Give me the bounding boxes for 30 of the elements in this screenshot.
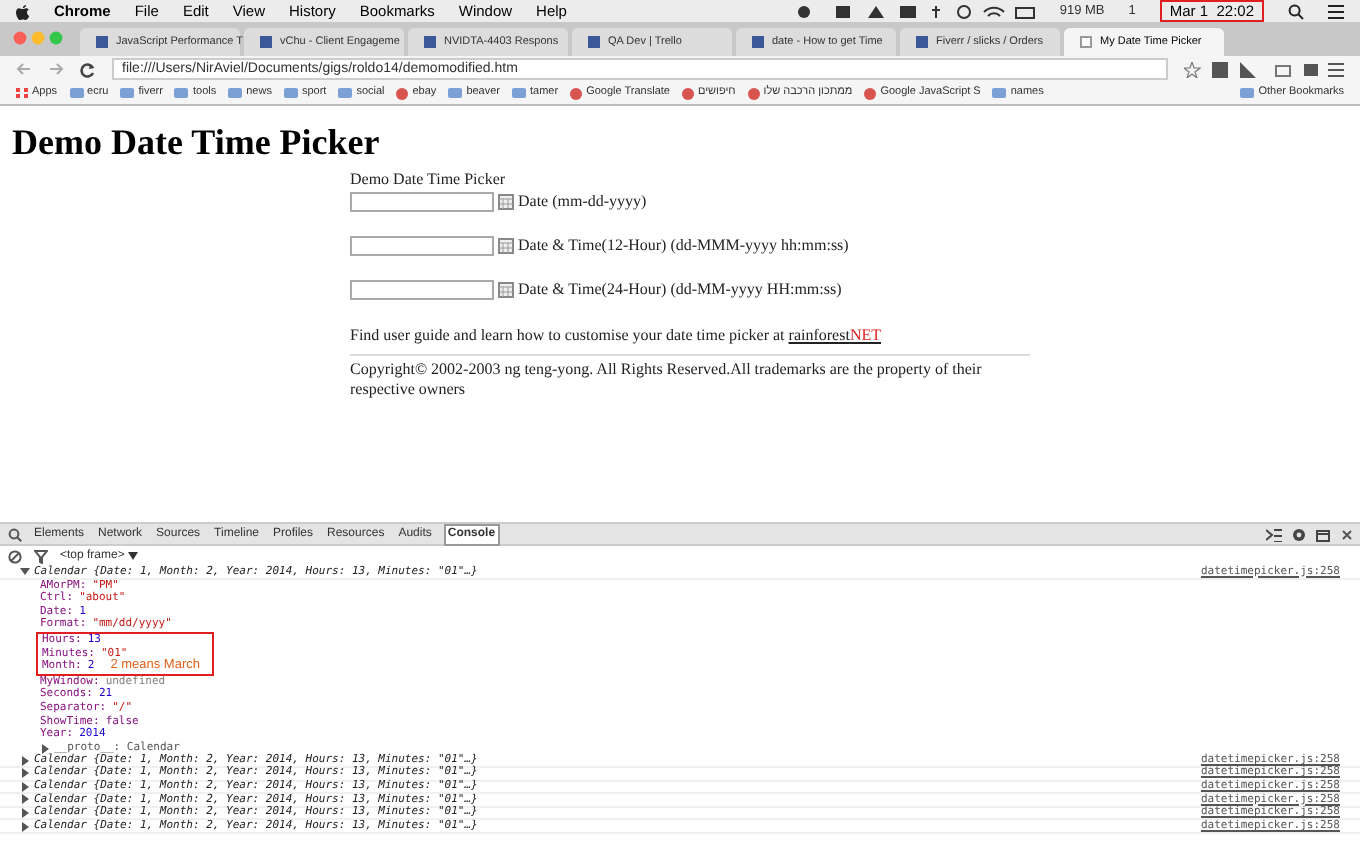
apple-logo-icon [16, 3, 30, 19]
calendar-icon [498, 238, 514, 254]
calendar-icon [498, 282, 514, 298]
calendar-icon [498, 194, 514, 210]
settings-icon [1292, 527, 1306, 541]
guide-text: Find user guide and learn how to customise your date time picker at rainforestNET [350, 326, 881, 346]
field-label: Date (mm-dd-yyyy) [518, 190, 647, 214]
drawer-icon [1266, 527, 1282, 541]
collapsed-arrow-icon [40, 743, 50, 754]
caret-icon [128, 552, 139, 560]
back-arrow-icon [16, 62, 32, 76]
rainforest-link[interactable]: rainforestNET [788, 326, 881, 344]
date-input-field[interactable] [350, 236, 494, 256]
forward-arrow-icon [48, 62, 64, 76]
search-icon [1288, 3, 1304, 19]
field-label: Date & Time(12-Hour) (dd-MMM-yyyy hh:mm:ss) [518, 234, 849, 258]
copyright-text: Copyright© 2002-2003 ng teng-yong. All Rights Reserved.All trademarks are the property of their respective owners [350, 360, 984, 400]
reload-icon [80, 61, 96, 77]
field-label: Date & Time(24-Hour) (dd-MM-yyyy HH:mm:ss) [518, 278, 842, 302]
window-controls-icon [12, 30, 64, 46]
clear-console-icon [8, 549, 22, 563]
page-heading: Demo Date Time Picker [12, 122, 380, 162]
date-input-field[interactable] [350, 192, 494, 212]
search-icon [8, 527, 22, 541]
date-input-field[interactable] [350, 280, 494, 300]
dock-icon [1316, 527, 1332, 541]
form-title: Demo Date Time Picker [350, 170, 506, 190]
close-icon [1342, 529, 1352, 539]
filter-icon [34, 549, 48, 563]
list-icon [1328, 3, 1344, 19]
